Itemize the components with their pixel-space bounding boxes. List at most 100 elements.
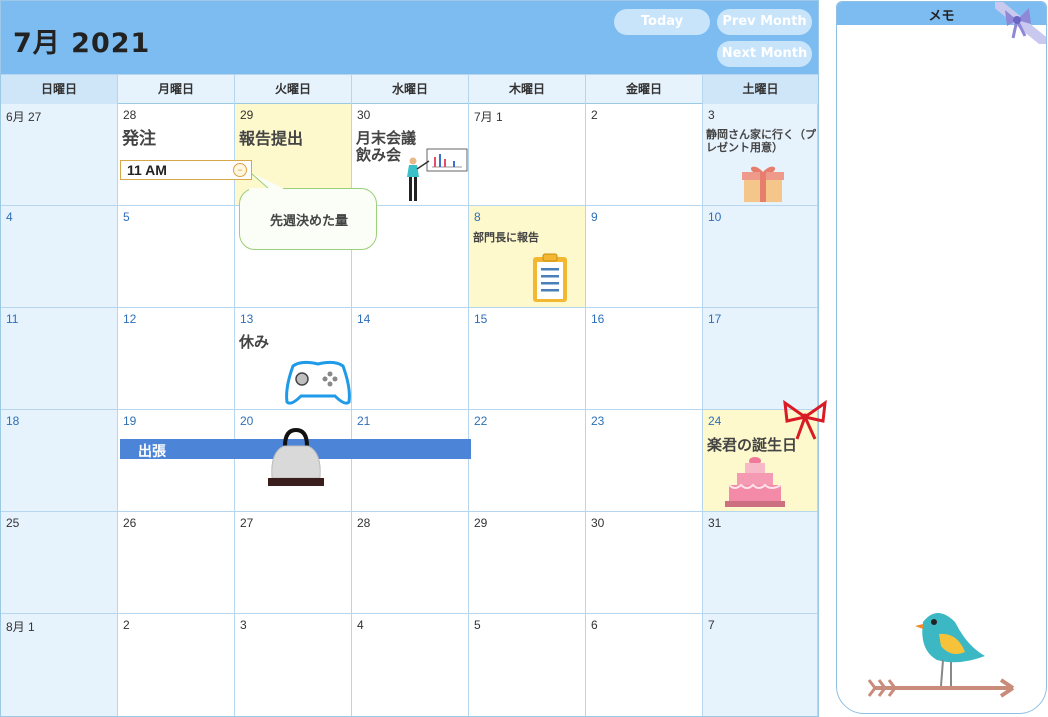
day-cell[interactable]: 22	[469, 410, 586, 512]
weekday-thu: 木曜日	[469, 75, 586, 104]
event-report-submit[interactable]: 報告提出	[239, 130, 303, 148]
day-number: 21	[357, 414, 371, 428]
day-cell[interactable]: 21	[352, 410, 469, 512]
tooltip-text: 先週決めた量	[269, 214, 348, 229]
day-cell[interactable]: 27	[235, 512, 352, 614]
day-number: 26	[123, 516, 137, 530]
weekday-tue: 火曜日	[235, 75, 352, 104]
event-holiday[interactable]: 休み	[239, 334, 269, 351]
day-number: 29	[240, 108, 254, 122]
day-number: 5	[474, 618, 481, 632]
day-number: 4	[357, 618, 364, 632]
day-number: 29	[474, 516, 488, 530]
day-cell[interactable]: 7	[703, 614, 818, 716]
today-button[interactable]: Today	[614, 9, 710, 35]
prev-month-button[interactable]: Prev Month	[717, 9, 812, 35]
day-number: 11	[6, 312, 19, 326]
day-cell[interactable]: 3	[235, 614, 352, 716]
day-cell[interactable]: 28	[118, 104, 235, 206]
day-number: 28	[123, 108, 137, 122]
day-number: 9	[591, 210, 598, 224]
day-cell[interactable]: 31	[703, 512, 818, 614]
day-number: 24	[708, 414, 722, 428]
day-cell[interactable]: 9	[586, 206, 703, 308]
event-order[interactable]: 発注	[122, 130, 156, 149]
day-cell[interactable]: 26	[118, 512, 235, 614]
day-cell[interactable]: 19	[118, 410, 235, 512]
day-number: 23	[591, 414, 605, 428]
day-cell[interactable]: 14	[352, 308, 469, 410]
event-business-trip-label: 出張	[138, 444, 166, 460]
day-number: 3	[240, 618, 247, 632]
day-number: 20	[240, 414, 254, 428]
calendar: 7月 2021 Today Prev Month Next Month 日曜日 …	[0, 0, 827, 717]
day-number: 4	[6, 210, 13, 224]
day-cell[interactable]: 12	[118, 308, 235, 410]
day-cell[interactable]: 2	[586, 104, 703, 206]
event-report-to-manager[interactable]: 部門長に報告	[473, 231, 539, 244]
day-cell[interactable]: 5	[118, 206, 235, 308]
day-number: 16	[591, 312, 605, 326]
weekday-wed: 水曜日	[352, 75, 469, 104]
day-number: 30	[591, 516, 605, 530]
calendar-header: 7月 2021 Today Prev Month Next Month	[1, 1, 818, 74]
day-cell[interactable]: 28	[352, 512, 469, 614]
day-cell[interactable]: 30	[586, 512, 703, 614]
weekday-sun: 日曜日	[1, 75, 118, 104]
weekday-header-row: 日曜日 月曜日 火曜日 水曜日 木曜日 金曜日 土曜日	[1, 74, 818, 104]
day-cell[interactable]: 16	[586, 308, 703, 410]
day-cell[interactable]: 11	[1, 308, 118, 410]
day-number: 7	[708, 618, 715, 632]
day-cell[interactable]: 6	[586, 614, 703, 716]
day-number: 22	[474, 414, 488, 428]
day-number: 3	[708, 108, 715, 122]
day-number: 31	[708, 516, 722, 530]
tooltip-bubble: 先週決めた量	[239, 188, 377, 250]
day-number: 19	[123, 414, 137, 428]
ribbon-bow-icon	[783, 399, 827, 440]
day-number: 10	[708, 210, 722, 224]
day-number: 15	[474, 312, 488, 326]
day-cell[interactable]: 17	[703, 308, 818, 410]
next-month-button[interactable]: Next Month	[717, 41, 812, 67]
clipboard-icon	[533, 253, 567, 302]
day-cell[interactable]: 10	[703, 206, 818, 308]
day-number: 8月 1	[6, 620, 35, 634]
gamepad-icon	[285, 360, 351, 405]
day-number: 6月 27	[6, 110, 42, 124]
day-number: 8	[474, 210, 481, 224]
day-cell[interactable]: 7月 1	[469, 104, 586, 206]
day-number: 2	[123, 618, 130, 632]
weekday-mon: 月曜日	[118, 75, 235, 104]
day-number: 27	[240, 516, 254, 530]
day-number: 5	[123, 210, 130, 224]
day-number: 6	[591, 618, 598, 632]
memo-panel[interactable]: メモ	[836, 1, 1047, 714]
day-number: 30	[357, 108, 371, 122]
day-number: 2	[591, 108, 598, 122]
day-cell[interactable]: 29	[469, 512, 586, 614]
day-number: 14	[357, 312, 371, 326]
month-title: 7月 2021	[13, 28, 151, 59]
event-visit-shizuoka[interactable]: 静岡さん家に行く（プレゼント用意）	[706, 128, 816, 154]
day-cell[interactable]: 15	[469, 308, 586, 410]
day-cell[interactable]: 18	[1, 410, 118, 512]
day-cell[interactable]: 6月 27	[1, 104, 118, 206]
clear-time-icon[interactable]: –	[233, 163, 247, 177]
app-root: 7月 2021 Today Prev Month Next Month 日曜日 …	[0, 0, 1048, 717]
day-cell[interactable]: 4	[1, 206, 118, 308]
day-number: 18	[6, 414, 20, 428]
day-number: 7月 1	[474, 110, 503, 124]
memo-ribbon-icon	[995, 2, 1046, 44]
day-number: 17	[708, 312, 722, 326]
day-cell[interactable]: 5	[469, 614, 586, 716]
day-cell[interactable]: 4	[352, 614, 469, 716]
day-cell[interactable]: 25	[1, 512, 118, 614]
weekday-sat: 土曜日	[703, 75, 818, 104]
day-number: 13	[240, 312, 254, 326]
day-cell[interactable]: 8月 1	[1, 614, 118, 716]
day-cell[interactable]: 2	[118, 614, 235, 716]
day-number: 25	[6, 516, 20, 530]
day-cell[interactable]: 23	[586, 410, 703, 512]
weekday-fri: 金曜日	[586, 75, 703, 104]
